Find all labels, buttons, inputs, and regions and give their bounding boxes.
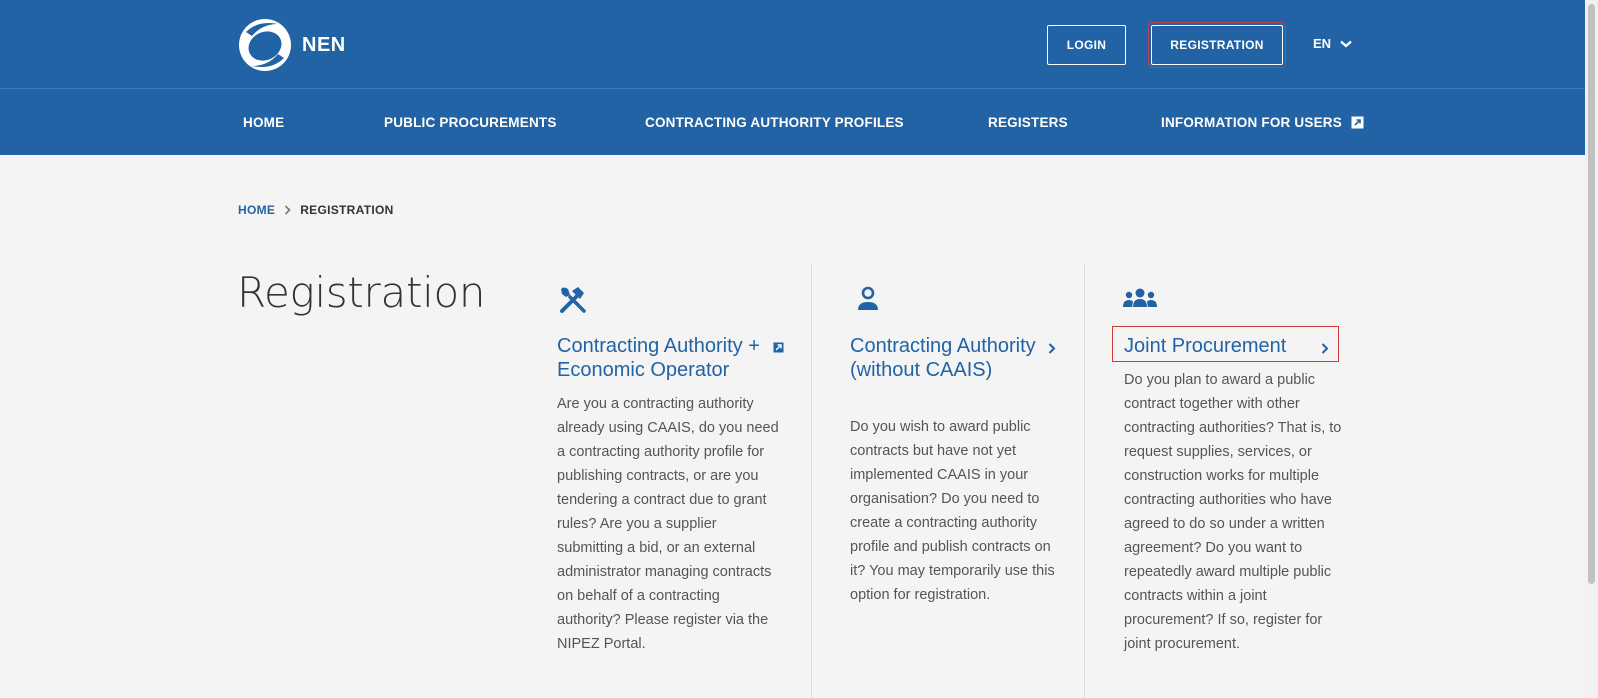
external-link-icon [1351, 116, 1364, 129]
card-title-joint-procurement[interactable]: Joint Procurement [1124, 334, 1314, 358]
card-description: Do you wish to award public contracts bu… [850, 419, 1055, 603]
language-selector[interactable]: EN [1313, 36, 1352, 51]
nav-label: REGISTERS [988, 115, 1068, 130]
card-divider [1084, 263, 1085, 698]
nav-label: INFORMATION FOR USERS [1161, 115, 1342, 130]
card-title-contracting-authority-economic-operator[interactable]: Contracting Authority + Economic Operato… [557, 334, 767, 382]
login-button[interactable]: LOGIN [1047, 25, 1126, 65]
card-description: Do you plan to award a public contract t… [1124, 372, 1342, 652]
nav-label: HOME [243, 115, 285, 130]
breadcrumb-current: REGISTRATION [300, 203, 394, 217]
page-title: Registration [237, 268, 486, 317]
logo-icon [239, 19, 291, 71]
card-divider [811, 263, 812, 698]
chevron-right-icon [284, 205, 291, 215]
logo-text: NEN [302, 33, 346, 56]
chevron-right-icon[interactable] [1048, 341, 1056, 359]
registration-button[interactable]: REGISTRATION [1151, 25, 1283, 65]
chevron-down-icon [1340, 40, 1352, 47]
tools-icon [558, 285, 588, 320]
chevron-right-icon[interactable] [1321, 341, 1329, 359]
card-title-contracting-authority-without-caais[interactable]: Contracting Authority (without CAAIS) [850, 334, 1040, 382]
page-scrollbar[interactable] [1585, 0, 1598, 698]
breadcrumb-home[interactable]: HOME [238, 203, 275, 217]
nav-item-contracting-authority-profiles[interactable]: CONTRACTING AUTHORITY PROFILES [645, 115, 904, 130]
language-label: EN [1313, 36, 1332, 51]
external-link-icon[interactable] [773, 340, 784, 358]
nav-item-public-procurements[interactable]: PUBLIC PROCUREMENTS [384, 115, 557, 130]
nav-item-registers[interactable]: REGISTERS [988, 115, 1068, 130]
nav-item-information-for-users[interactable]: INFORMATION FOR USERS [1161, 115, 1364, 130]
group-icon [1123, 285, 1157, 316]
site-logo[interactable]: NEN [238, 18, 346, 72]
scrollbar-thumb[interactable] [1588, 4, 1595, 584]
breadcrumb: HOME REGISTRATION [238, 203, 394, 217]
card-description: Are you a contracting authority already … [557, 396, 779, 652]
nav-item-home[interactable]: HOME [243, 115, 284, 130]
user-icon [855, 285, 881, 318]
nav-label: CONTRACTING AUTHORITY PROFILES [645, 115, 904, 130]
nav-label: PUBLIC PROCUREMENTS [384, 115, 557, 130]
